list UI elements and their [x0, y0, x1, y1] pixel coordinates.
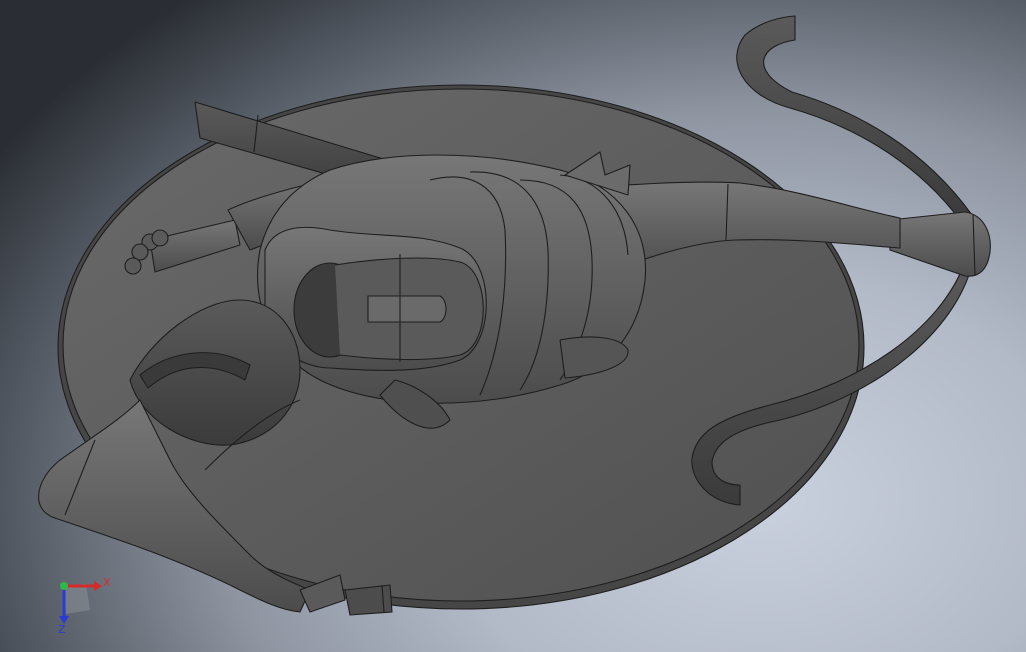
x-axis-label: X	[103, 576, 111, 589]
triad-shadow	[64, 584, 90, 614]
3d-viewport[interactable]: X Z	[0, 0, 1026, 652]
y-axis-icon	[60, 582, 68, 590]
model-scene	[38, 15, 991, 616]
bow-grip	[889, 211, 991, 277]
z-axis-label: Z	[58, 623, 66, 636]
axis-triad: X Z	[50, 570, 120, 640]
